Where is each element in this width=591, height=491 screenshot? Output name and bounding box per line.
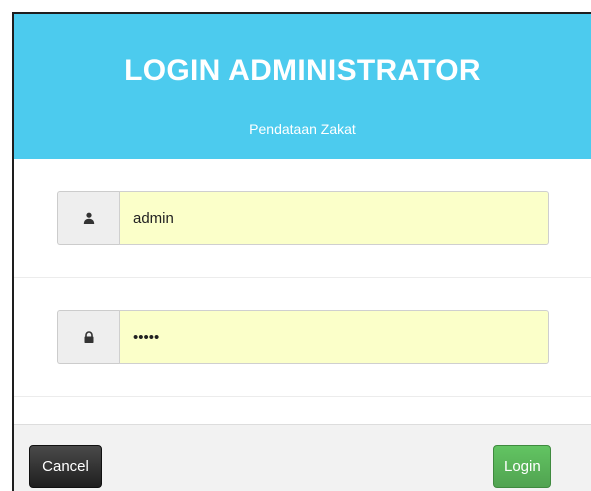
dialog-subtitle: Pendataan Zakat: [249, 121, 356, 137]
password-row: [14, 278, 591, 397]
user-icon: [57, 191, 119, 245]
username-field[interactable]: [119, 191, 549, 245]
dialog-footer: Cancel Login: [14, 424, 591, 491]
password-input-group: [57, 310, 549, 364]
username-row: [14, 159, 591, 278]
lock-icon: [57, 310, 119, 364]
cancel-button[interactable]: Cancel: [29, 445, 102, 488]
password-field[interactable]: [119, 310, 549, 364]
login-button[interactable]: Login: [493, 445, 551, 488]
dialog-title: LOGIN ADMINISTRATOR: [124, 54, 481, 87]
login-dialog: LOGIN ADMINISTRATOR Pendataan Zakat admi…: [12, 12, 591, 491]
username-input-group: [57, 191, 549, 245]
dialog-header: LOGIN ADMINISTRATOR Pendataan Zakat: [14, 14, 591, 159]
